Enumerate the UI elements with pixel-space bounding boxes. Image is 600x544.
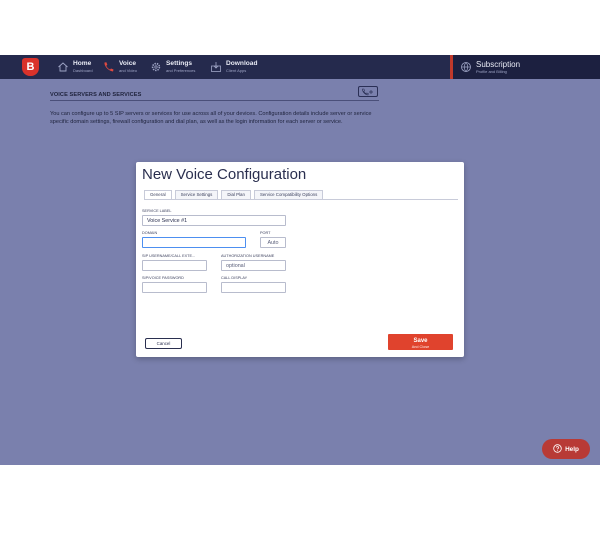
nav-download-sub: Client Apps <box>226 67 247 73</box>
nav-settings[interactable]: Settings and Preferences <box>149 58 195 76</box>
nav-subscription-sub: Profile and Billing <box>476 68 507 74</box>
save-button-sublabel: And Close <box>411 344 430 349</box>
dialog-tabs: General Service Settings Dial Plan Servi… <box>144 190 324 199</box>
phone-plus-icon <box>361 83 375 101</box>
domain-label: DOMAIN <box>142 231 158 235</box>
domain-input[interactable] <box>142 237 246 248</box>
nav-download[interactable]: Download Client Apps <box>209 58 258 76</box>
section-description: You can configure up to 5 SIP servers or… <box>50 111 372 126</box>
gear-icon <box>149 61 162 74</box>
nav-home-title: Home <box>73 60 92 68</box>
new-voice-config-dialog: New Voice Configuration General Service … <box>136 162 464 357</box>
download-icon <box>209 61 222 74</box>
service-label-label: SERVICE LABEL <box>142 209 172 213</box>
save-button-label: Save <box>413 337 428 344</box>
call-display-label: CALL DISPLAY <box>221 276 248 280</box>
nav-voice-sub: and Video <box>119 67 137 73</box>
save-and-close-button[interactable]: Save And Close <box>388 334 453 350</box>
home-icon <box>56 61 69 74</box>
nav-voice[interactable]: Voice and Video <box>102 58 137 76</box>
dialog-title: New Voice Configuration <box>142 166 307 183</box>
tab-service-settings[interactable]: Service Settings <box>174 190 219 199</box>
call-display-input[interactable] <box>221 282 286 293</box>
nav-home-sub: Dashboard <box>73 67 93 73</box>
section-title: VOICE SERVERS AND SERVICES <box>50 92 142 98</box>
brand-logo[interactable]: B <box>22 58 39 76</box>
port-input[interactable] <box>260 237 286 248</box>
nav-home[interactable]: Home Dashboard <box>56 58 93 76</box>
help-circle-icon <box>553 443 562 455</box>
subscription-panel[interactable]: Subscription Profile and Billing <box>450 55 600 79</box>
nav-settings-title: Settings <box>166 60 193 68</box>
help-label: Help <box>565 445 579 453</box>
tab-general[interactable]: General <box>144 190 172 199</box>
auth-username-label: AUTHORIZATION USERNAME <box>221 254 275 258</box>
sip-username-label: SIP USERNAME/CALL EXTE... <box>142 254 196 258</box>
globe-icon <box>459 61 472 74</box>
sip-password-input[interactable] <box>142 282 207 293</box>
add-voice-server-button[interactable] <box>358 86 378 97</box>
cancel-button[interactable]: Cancel <box>145 338 182 349</box>
service-label-input[interactable] <box>142 215 286 226</box>
port-label: PORT <box>260 231 271 235</box>
nav-download-title: Download <box>226 60 258 68</box>
tab-divider <box>144 199 458 200</box>
section-divider <box>50 100 379 101</box>
tab-dial-plan[interactable]: Dial Plan <box>221 190 251 199</box>
sip-password-label: SIP/VOICE PASSWORD <box>142 276 184 280</box>
auth-username-input[interactable] <box>221 260 286 271</box>
nav-voice-title: Voice <box>119 60 137 68</box>
sip-username-input[interactable] <box>142 260 207 271</box>
nav-subscription[interactable]: Subscription Profile and Billing <box>459 58 520 76</box>
tab-service-compatibility-options[interactable]: Service Compatibility Options <box>253 190 324 199</box>
nav-settings-sub: and Preferences <box>166 67 196 73</box>
help-button[interactable]: Help <box>542 439 590 459</box>
phone-icon <box>102 61 115 74</box>
nav-subscription-title: Subscription <box>476 59 521 69</box>
